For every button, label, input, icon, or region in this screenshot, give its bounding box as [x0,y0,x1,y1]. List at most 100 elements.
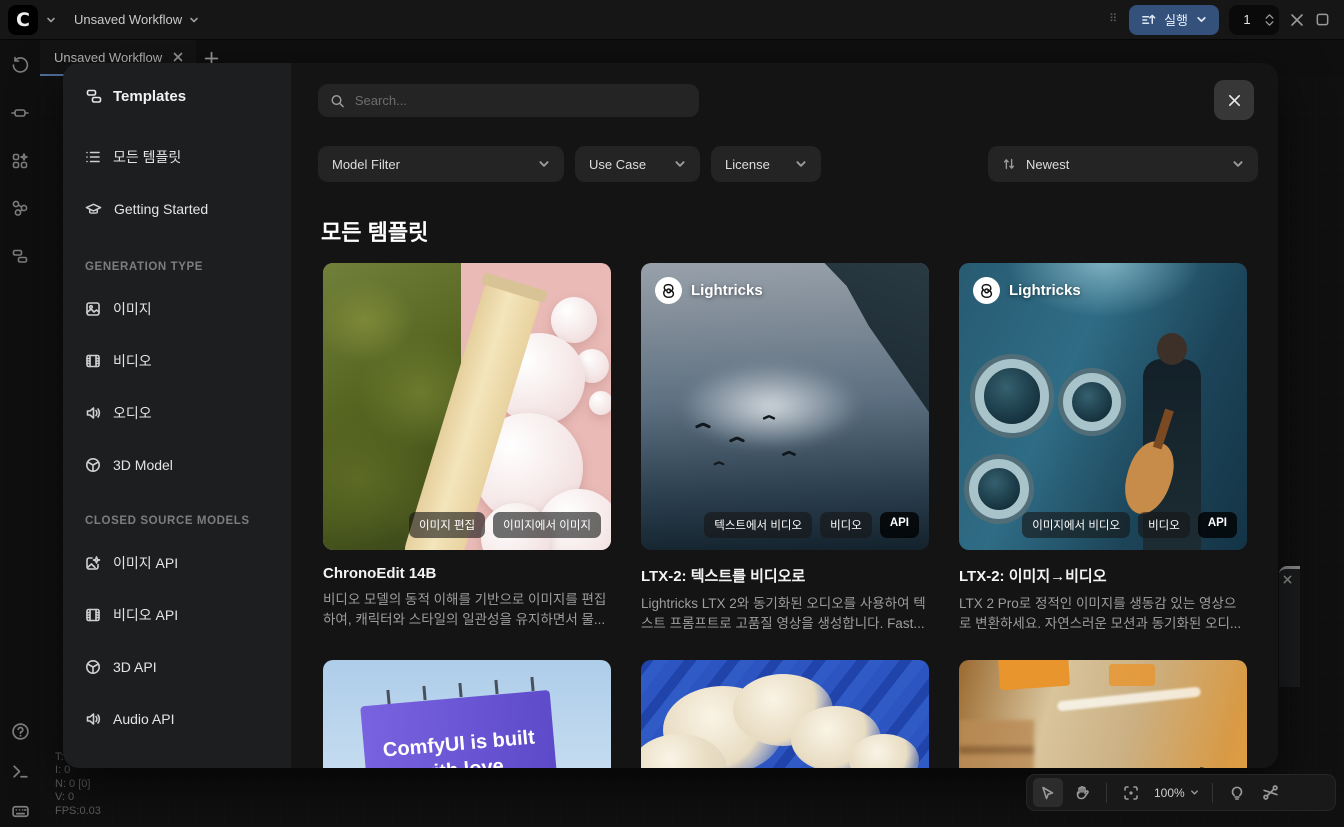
panel-close-icon[interactable] [1282,574,1293,585]
keyboard-shortcuts-icon[interactable] [11,802,30,821]
cursor-icon [1040,785,1056,801]
film-icon [85,607,101,623]
batch-count-stepper[interactable]: 1 [1229,5,1279,35]
templates-rail-icon[interactable] [11,247,29,265]
run-options-chevron-icon [1196,14,1207,25]
chevron-down-icon [674,158,686,170]
template-card-ltx2-i2v[interactable]: Lightricks 이미지에서 비디오 비디오 API LTX-2: 이미지→… [959,263,1247,635]
tab-close-icon[interactable] [172,51,184,63]
film-icon [85,353,101,369]
template-title: ChronoEdit 14B [323,565,611,582]
chevron-down-icon [1232,158,1244,170]
logo-chevron-down-icon[interactable] [46,15,56,25]
sidebar-item-getting-started[interactable]: Getting Started [85,197,291,221]
run-button[interactable]: 실행 [1129,5,1219,35]
comfyui-app: C Unsaved Workflow ⠿ 실행 1 [0,0,1344,827]
template-card-ltx2-t2v[interactable]: Lightricks 텍스트에서 비디오 비디오 API LTX-2: 텍스트를… [641,263,929,635]
left-sidebar-rail [0,40,40,827]
sidebar-item-all-templates[interactable]: 모든 템플릿 [85,145,291,169]
focus-icon [1123,785,1139,801]
speaker-icon [85,711,101,727]
cube-icon [85,457,101,473]
template-card-plush[interactable] [959,660,1247,768]
list-icon [85,149,101,165]
template-thumbnail: Lightricks 이미지에서 비디오 비디오 API [959,263,1247,550]
stat-fps: FPS:0.03 [55,805,101,818]
workflow-title-menu[interactable]: Unsaved Workflow [74,12,199,27]
sidebar-item-image-api[interactable]: 이미지 API [85,551,291,575]
template-search[interactable] [318,84,699,117]
template-thumbnail: Lightricks 텍스트에서 비디오 비디오 API [641,263,929,550]
sidebar-item-video-api[interactable]: 비디오 API [85,603,291,627]
stat-verts: V: 0 [55,791,101,804]
stepper-up-icon[interactable] [1265,14,1274,19]
stepper-down-icon[interactable] [1265,21,1274,26]
sidebar-item-audio[interactable]: 오디오 [85,401,291,425]
zoom-level-dropdown[interactable]: 100% [1150,786,1203,800]
queue-run-icon [1141,12,1156,27]
canvas-toolbar: 100% [1026,774,1336,811]
templates-icon [85,87,103,105]
maximize-icon[interactable] [1315,12,1330,27]
template-card-billboard[interactable]: ComfyUI is built with love [323,660,611,768]
badge: 이미지에서 이미지 [493,512,601,538]
sidebar-item-3d-api[interactable]: 3D API [85,655,291,679]
hand-icon [1074,785,1090,801]
template-thumbnail: 이미지 편집 이미지에서 이미지 [323,263,611,550]
template-card-chronoedit[interactable]: 이미지 편집 이미지에서 이미지 ChronoEdit 14B 비디오 모델의 … [323,263,611,631]
toggle-links-button[interactable] [1256,778,1286,807]
billboard-text: ComfyUI is built with love [373,724,547,768]
speaker-icon [85,405,101,421]
sidebar-item-image[interactable]: 이미지 [85,297,291,321]
lightricks-logo-icon [973,277,1000,304]
section-generation-type: GENERATION TYPE [85,261,291,273]
sidebar-item-3d-model[interactable]: 3D Model [85,453,291,477]
sidebar-item-video[interactable]: 비디오 [85,349,291,373]
select-tool-button[interactable] [1033,778,1063,807]
batch-count-value: 1 [1229,12,1265,27]
template-thumbnail [641,660,929,768]
search-input[interactable] [355,93,687,108]
close-queue-icon[interactable] [1289,12,1305,28]
fit-view-button[interactable] [1116,778,1146,807]
sort-dropdown[interactable]: Newest [988,146,1258,182]
comfyui-logo[interactable]: C [8,5,38,35]
template-description: 비디오 모델의 동적 이해를 기반으로 이미지를 편집하여, 캐릭터와 스타일의… [323,590,611,631]
terminal-icon[interactable] [11,762,30,781]
node-icon[interactable] [11,104,29,122]
help-icon[interactable] [11,722,30,741]
model-library-icon[interactable] [11,152,29,170]
license-filter-dropdown[interactable]: License [711,146,821,182]
search-icon [330,93,345,109]
chevron-down-icon [795,158,807,170]
background-panel-fragment [1279,566,1300,687]
template-description: Lightricks LTX 2와 동기화된 오디오를 사용하여 텍스트 프롬프… [641,594,929,635]
chevron-down-icon [538,158,550,170]
workflows-icon[interactable] [11,199,29,217]
use-case-filter-dropdown[interactable]: Use Case [575,146,700,182]
template-title: LTX-2: 이미지→비디오 [959,565,1247,586]
toolbar-divider [1106,783,1107,803]
top-menubar: C Unsaved Workflow ⠿ 실행 1 [0,0,1344,40]
template-thumbnail [959,660,1247,768]
history-icon[interactable] [11,56,29,74]
run-label: 실행 [1164,10,1188,29]
toolbar-drag-handle[interactable]: ⠿ [1109,17,1119,22]
sidebar-item-audio-api[interactable]: Audio API [85,707,291,731]
model-filter-dropdown[interactable]: Model Filter [318,146,564,182]
badge: 비디오 [820,512,872,538]
toggle-minimap-button[interactable] [1222,778,1252,807]
image-icon [85,301,101,317]
modal-close-button[interactable] [1214,80,1254,120]
sort-icon [1002,157,1016,171]
toolbar-divider [1212,783,1213,803]
zoom-chevron-icon [1190,788,1199,797]
template-card-painted-sky[interactable] [641,660,929,768]
pan-tool-button[interactable] [1067,778,1097,807]
zoom-level-value: 100% [1154,786,1185,800]
template-description: LTX 2 Pro로 정적인 이미지를 생동감 있는 영상으로 변환하세요. 자… [959,594,1247,635]
close-icon [1227,93,1242,108]
templates-title: Templates [85,87,291,105]
badge-api: API [880,512,919,538]
badge: 이미지에서 비디오 [1022,512,1130,538]
